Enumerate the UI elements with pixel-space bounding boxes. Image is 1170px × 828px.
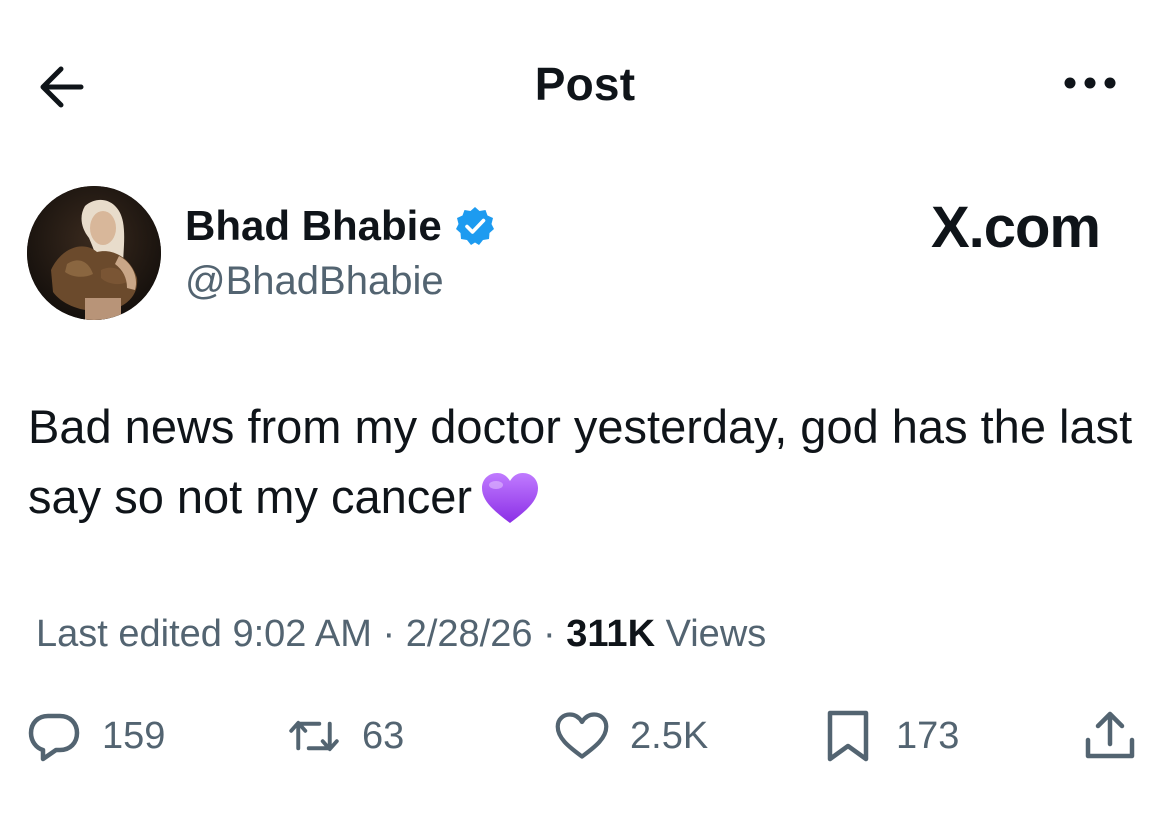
reply-button[interactable]: 159 (26, 700, 165, 772)
display-name-row[interactable]: Bhad Bhabie (185, 200, 496, 252)
share-button[interactable] (1082, 700, 1138, 772)
share-icon (1082, 708, 1138, 764)
post-page: Post Bhad Bhabie @BhadBhabie X.com Bad n… (0, 0, 1170, 828)
post-text-content: Bad news from my doctor yesterday, god h… (28, 400, 1133, 523)
verified-badge-icon (454, 205, 496, 247)
repost-icon (286, 708, 342, 764)
views-label[interactable]: Views (666, 613, 767, 655)
heart-icon (554, 708, 610, 764)
post-text: Bad news from my doctor yesterday, god h… (28, 392, 1148, 532)
avatar[interactable] (27, 186, 161, 320)
post-time[interactable]: 9:02 AM (232, 613, 371, 655)
purple-heart-icon (480, 471, 540, 527)
action-bar: 159 63 2.5K 173 (0, 700, 1170, 772)
post-meta: Last edited 9:02 AM · 2/28/26 · 311K Vie… (36, 608, 766, 660)
reply-count: 159 (102, 715, 166, 757)
user-handle[interactable]: @BhadBhabie (185, 256, 444, 306)
reply-icon (26, 708, 82, 764)
edited-label[interactable]: Last edited (36, 613, 222, 655)
bookmark-button[interactable]: 173 (820, 700, 959, 772)
display-name: Bhad Bhabie (185, 202, 442, 249)
more-options-button[interactable] (1050, 55, 1130, 111)
repost-count: 63 (362, 715, 405, 757)
source-watermark: X.com (930, 195, 1101, 260)
top-bar: Post (0, 0, 1170, 170)
like-button[interactable]: 2.5K (554, 700, 708, 772)
views-count[interactable]: 311K (566, 613, 655, 655)
like-count: 2.5K (630, 715, 709, 757)
page-title: Post (534, 58, 636, 110)
post-date[interactable]: 2/28/26 (406, 613, 533, 655)
meta-separator: · (543, 613, 556, 655)
meta-separator: · (382, 613, 396, 655)
repost-button[interactable]: 63 (286, 700, 404, 772)
profile-photo (27, 186, 161, 320)
more-horizontal-icon (1064, 77, 1116, 89)
bookmark-count: 173 (896, 715, 960, 757)
bookmark-icon (820, 708, 876, 764)
